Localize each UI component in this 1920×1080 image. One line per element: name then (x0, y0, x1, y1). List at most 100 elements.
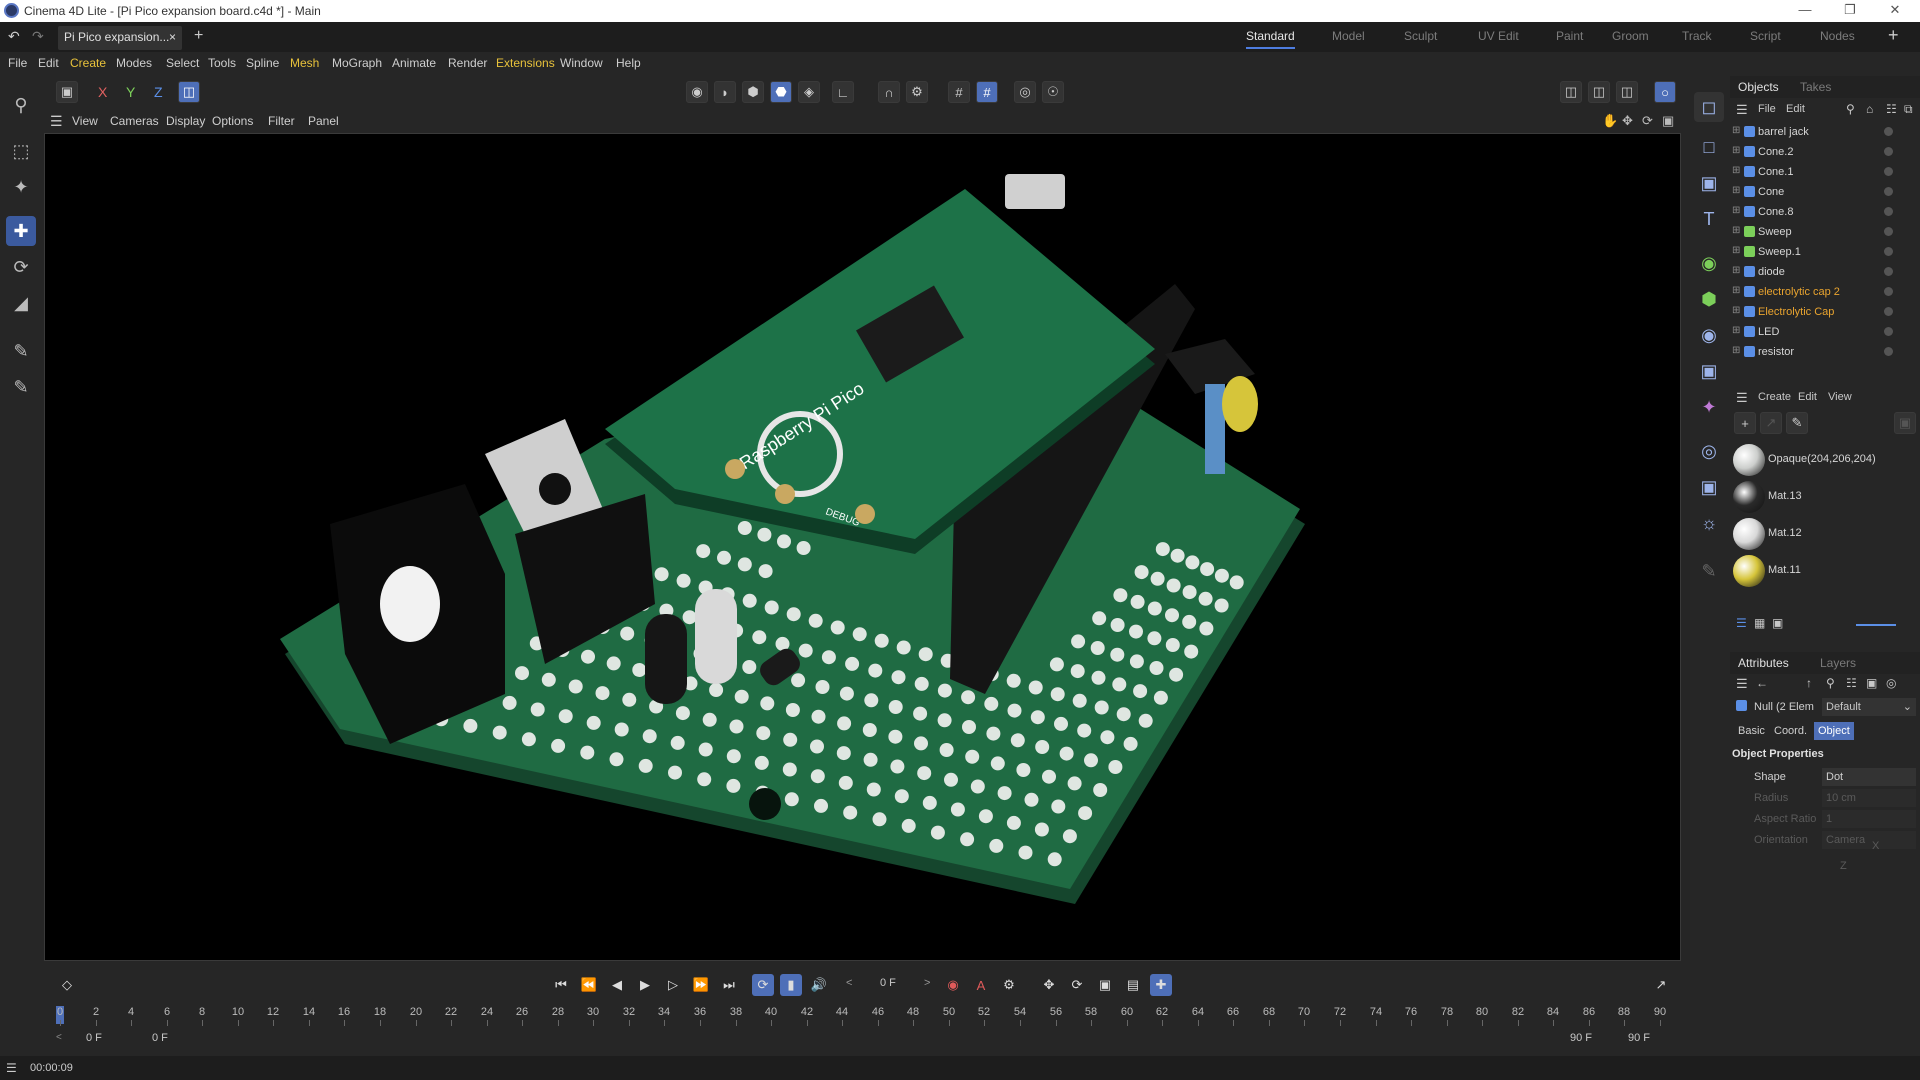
thumbnail-size-slider[interactable] (1856, 624, 1896, 626)
field-icon[interactable]: ◉ (1694, 320, 1724, 350)
minimize-icon[interactable]: — (1785, 2, 1825, 20)
materials-menu-create[interactable]: Create (1758, 391, 1791, 403)
menu-modes[interactable]: Modes (116, 56, 152, 70)
expand-icon[interactable]: ⊞ (1732, 285, 1740, 296)
document-tab[interactable]: Pi Pico expansion... × (58, 26, 182, 50)
new-tab-icon[interactable]: + (194, 27, 203, 45)
menu-mesh[interactable]: Mesh (290, 56, 319, 70)
knife-icon[interactable]: ✎ (6, 372, 36, 402)
menu-edit[interactable]: Edit (38, 56, 59, 70)
menu-mograph[interactable]: MoGraph (332, 56, 382, 70)
menu-spline[interactable]: Spline (246, 56, 279, 70)
objects-menu-edit[interactable]: Edit (1786, 103, 1805, 115)
points-mode-icon[interactable]: ◉ (686, 81, 708, 103)
expand-icon[interactable]: ⊞ (1732, 165, 1740, 176)
object-row[interactable]: ⊞ Cone.8 (1730, 202, 1920, 222)
mograph-icon[interactable]: ✦ (1694, 392, 1724, 422)
timeline-ruler[interactable]: 0 2 4 6 8 10 12 14 16 18 20 22 24 26 28 30 32 34 36 38 40 42 4… (56, 1006, 1676, 1028)
expand-icon[interactable]: ⊞ (1732, 125, 1740, 136)
subtab-object[interactable]: Object (1814, 722, 1854, 740)
previous-frame-icon[interactable]: ◀ (606, 974, 628, 996)
menu-help[interactable]: Help (616, 56, 641, 70)
expand-icon[interactable]: ⊞ (1732, 305, 1740, 316)
primitive-cube-icon[interactable]: ▣ (1694, 168, 1724, 198)
preview-range-icon[interactable]: ▮ (780, 974, 802, 996)
environment-icon[interactable]: ◎ (1694, 436, 1724, 466)
expand-icon[interactable]: ⊞ (1732, 345, 1740, 356)
status-hamburger-icon[interactable]: ☰ (6, 1061, 17, 1075)
loop-icon[interactable]: ⟳ (752, 974, 774, 996)
object-row[interactable]: ⊞ LED (1730, 322, 1920, 342)
play-icon[interactable]: ▶ (634, 974, 656, 996)
rotate-view-icon[interactable]: ⟳ (1642, 113, 1653, 129)
viewport-menu-view[interactable]: View (72, 114, 98, 128)
magnet-icon[interactable]: ∩ (878, 81, 900, 103)
record-icon[interactable]: ◉ (942, 974, 964, 996)
visibility-icon[interactable] (1884, 287, 1893, 296)
objects-menu-file[interactable]: File (1758, 103, 1776, 115)
expand-icon[interactable]: ⊞ (1732, 265, 1740, 276)
render-region-icon[interactable]: ◫ (1560, 81, 1582, 103)
lock-icon[interactable]: ▣ (1866, 676, 1877, 690)
coordinate-system-icon[interactable]: ◫ (178, 81, 200, 103)
edges-mode-icon[interactable]: ◗ (714, 81, 736, 103)
materials-menu-edit[interactable]: Edit (1798, 391, 1817, 403)
restore-icon[interactable]: ❐ (1830, 2, 1870, 20)
tab-attributes[interactable]: Attributes (1738, 656, 1789, 670)
filter-icon[interactable]: ☷ (1886, 102, 1897, 116)
subtab-coord[interactable]: Coord. (1774, 725, 1807, 737)
layout-tab-groom[interactable]: Groom (1612, 29, 1649, 43)
range-start-arrow[interactable]: < (56, 1032, 62, 1043)
back-icon[interactable]: ← (1756, 676, 1768, 690)
tab-takes[interactable]: Takes (1800, 80, 1831, 94)
visibility-icon[interactable] (1884, 347, 1893, 356)
visibility-icon[interactable] (1884, 187, 1893, 196)
materials-menu-view[interactable]: View (1828, 391, 1852, 403)
key-position-icon[interactable]: ✥ (1038, 974, 1060, 996)
toggle-views-icon[interactable]: ▣ (1662, 113, 1674, 129)
visibility-icon[interactable] (1884, 327, 1893, 336)
selection-icon[interactable]: ⬚ (6, 136, 36, 166)
layout-tab-model[interactable]: Model (1332, 29, 1365, 43)
layout-tab-script[interactable]: Script (1750, 29, 1781, 43)
object-row[interactable]: ⊞ Electrolytic Cap (1730, 302, 1920, 322)
menu-file[interactable]: File (8, 56, 27, 70)
sound-icon[interactable]: 🔊 (808, 974, 830, 996)
object-row[interactable]: ⊞ electrolytic cap 2 (1730, 282, 1920, 302)
menu-render[interactable]: Render (448, 56, 487, 70)
go-to-end-icon[interactable]: ⏭ (718, 974, 740, 996)
settings-gear-icon[interactable]: ⚙ (906, 81, 928, 103)
viewport-menu-filter[interactable]: Filter (268, 114, 295, 128)
keyframe-icon[interactable]: ◇ (56, 974, 78, 996)
preview-start-field[interactable]: 0 F (152, 1032, 168, 1044)
end-frame-field[interactable]: 90 F (1628, 1032, 1650, 1044)
deformer-icon[interactable]: ⬢ (1694, 284, 1724, 314)
key-rotation-icon[interactable]: ⟳ (1066, 974, 1088, 996)
grid-snap-icon[interactable]: # (948, 81, 970, 103)
object-row[interactable]: ⊞ Cone (1730, 182, 1920, 202)
visibility-icon[interactable] (1884, 127, 1893, 136)
add-layout-icon[interactable]: + (1888, 25, 1899, 46)
field-value[interactable]: Dot (1822, 768, 1916, 786)
list-view-icon[interactable]: ☰ (1736, 616, 1747, 630)
attributes-hamburger-icon[interactable]: ☰ (1736, 676, 1748, 692)
workplane-icon[interactable]: ◎ (1014, 81, 1036, 103)
render-view-icon[interactable]: ◫ (1588, 81, 1610, 103)
object-row[interactable]: ⊞ Sweep (1730, 222, 1920, 242)
undo-icon[interactable]: ↶ (8, 28, 20, 45)
search-icon[interactable]: ⚲ (1846, 102, 1855, 116)
layout-tab-paint[interactable]: Paint (1556, 29, 1583, 43)
object-row[interactable]: ⊞ Cone.2 (1730, 142, 1920, 162)
frame-step-forward[interactable]: > (924, 977, 930, 989)
layout-tab-standard[interactable]: Standard (1246, 29, 1295, 49)
cube-object-icon[interactable]: ◻ (1694, 92, 1724, 122)
grid-view-icon[interactable]: ▦ (1754, 616, 1765, 630)
polygons-mode-icon[interactable]: ⬢ (742, 81, 764, 103)
menu-window[interactable]: Window (560, 56, 603, 70)
up-icon[interactable]: ↑ (1806, 676, 1812, 690)
visibility-icon[interactable] (1884, 247, 1893, 256)
redo-icon[interactable]: ↷ (32, 28, 44, 45)
go-to-start-icon[interactable]: ⏮ (550, 974, 572, 996)
orientation-axis-x[interactable]: X (1872, 840, 1879, 852)
view-layout-icon[interactable]: ▣ (56, 81, 78, 103)
